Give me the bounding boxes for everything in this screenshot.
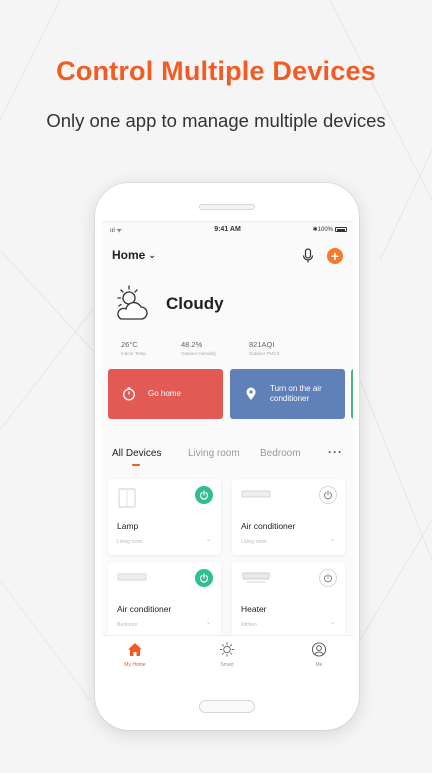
scene-label: Go home [148,389,181,398]
nav-me[interactable]: Me [289,642,349,668]
tab-living-room[interactable]: Living room [188,448,240,459]
microphone-icon[interactable] [301,248,315,264]
device-name: Heater [241,604,267,614]
chevron-down-icon: ⌄ [148,249,156,260]
sun-icon [219,642,235,657]
indoor-temp-stat: 26°C Indoor Temp [121,340,146,356]
chevron-down-icon[interactable]: ⌄ [330,619,335,626]
nav-label: Smart [220,662,234,668]
phone-frame: ııl ᯤ 9:41 AM ✱100% Home ⌄ + Cloudy 26°C… [95,183,359,730]
power-button[interactable] [319,569,337,587]
heater-icon [242,572,270,583]
device-card-heater[interactable]: Heater kitchen ⌄ [232,562,345,638]
stat-label: Outdoor Humidity [181,351,217,356]
stat-value: 821AQI [249,340,275,349]
location-pin-icon [246,387,256,400]
scene-go-home[interactable]: Go home [108,369,223,419]
device-name: Lamp [117,521,139,531]
bottom-nav: My Home Smart Me [102,635,353,687]
subheadline: Only one app to manage multiple devices [46,110,386,131]
scene-label: Turn on the air conditioner [270,384,322,403]
phone-home-button [199,700,255,713]
stat-value: 26°C [121,340,138,349]
active-tab-indicator [132,464,140,466]
home-title: Home [112,248,146,262]
power-icon [323,490,333,500]
device-card-lamp[interactable]: Lamp Living room ⌄ [108,479,221,555]
outdoor-humidity-stat: 48.2% Outdoor Humidity [181,340,216,356]
nav-label: My Home [124,662,146,668]
nav-label: Me [315,662,323,668]
device-card-ac-living[interactable]: Air conditioner Living room ⌄ [232,479,345,555]
chevron-down-icon[interactable]: ⌄ [206,536,211,543]
battery-icon [335,227,347,232]
device-room: kitchen [241,622,257,628]
power-icon [199,573,209,583]
device-room: Living room [117,539,143,545]
device-room: Bedroom [117,622,138,628]
power-icon [323,573,333,583]
battery-status: ✱100% [313,226,347,233]
timer-icon [123,387,135,401]
scene-turn-on-ac[interactable]: Turn on the air conditioner [230,369,345,419]
add-device-button[interactable]: + [327,248,343,264]
nav-my-home[interactable]: My Home [105,642,165,668]
outdoor-pm25-stat: 821AQI Outdoor PM2.5 [249,340,280,356]
phone-speaker [199,204,255,210]
status-bar: ııl ᯤ 9:41 AM ✱100% [102,222,353,236]
weather-condition: Cloudy [166,294,224,313]
chevron-down-icon[interactable]: ⌄ [206,619,211,626]
tab-bedroom[interactable]: Bedroom [260,448,301,459]
power-icon [199,490,209,500]
room-tabs: All Devices Living room Bedroom ··· [112,445,343,468]
air-conditioner-icon [241,490,271,498]
stat-label: Outdoor PM2.5 [249,351,280,356]
chevron-down-icon[interactable]: ⌄ [330,536,335,543]
air-conditioner-icon [117,573,147,581]
stat-value: 48.2% [181,340,203,349]
device-card-ac-bedroom[interactable]: Air conditioner Bedroom ⌄ [108,562,221,638]
home-header: Home ⌄ + [112,248,343,266]
device-name: Air conditioner [241,521,296,531]
headline: Control Multiple Devices [56,56,376,86]
device-name: Air conditioner [117,604,172,614]
lamp-icon [118,488,136,508]
tab-all-devices[interactable]: All Devices [112,448,161,459]
home-selector[interactable]: Home ⌄ [112,248,156,262]
user-icon [311,642,327,657]
power-button[interactable] [195,486,213,504]
more-icon[interactable]: ··· [328,445,343,459]
device-room: Living room [241,539,267,545]
weather-panel: Cloudy 26°C Indoor Temp 48.2% Outdoor Hu… [112,284,343,374]
cloudy-sun-icon [117,285,148,320]
home-icon [128,643,142,656]
app-screen: ııl ᯤ 9:41 AM ✱100% Home ⌄ + Cloudy 26°C… [102,221,353,687]
scene-next-peek[interactable] [351,369,353,419]
nav-smart[interactable]: Smart [197,642,257,668]
power-button[interactable] [195,569,213,587]
stat-label: Indoor Temp [121,351,146,356]
battery-text: ✱100% [312,227,333,233]
power-button[interactable] [319,486,337,504]
